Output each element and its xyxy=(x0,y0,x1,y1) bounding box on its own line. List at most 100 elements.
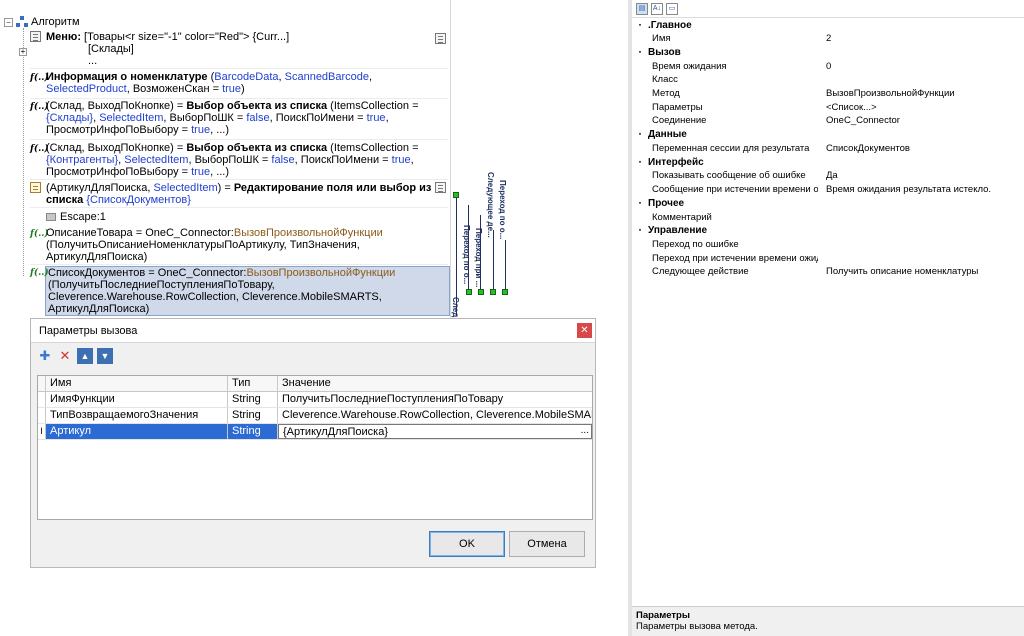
cell-name[interactable]: ТипВозвращаемогоЗначения xyxy=(46,408,228,423)
column-header-name[interactable]: Имя xyxy=(46,376,228,391)
cell-type[interactable]: String xyxy=(228,408,278,423)
property-value[interactable]: Время ожидания результата истекло. xyxy=(818,184,1024,195)
cell-value-text[interactable]: {АртикулДляПоиска} xyxy=(283,426,388,438)
column-header-value[interactable]: Значение xyxy=(278,376,592,391)
table-row-selected[interactable]: I Артикул String {АртикулДляПоиска} ... xyxy=(38,424,592,440)
close-icon[interactable]: ✕ xyxy=(577,323,592,338)
property-grid[interactable]: ▤ A↓ ▭ ▪ .Главное Имя 2 ▪ Вызов Время ожидания… xyxy=(628,0,1024,636)
step-call-documents[interactable]: СписокДокументов = OneC_Connector:ВызовП… xyxy=(45,266,450,316)
property-value[interactable]: OneC_Connector xyxy=(818,115,1024,126)
property-row[interactable]: Параметры <Список...> xyxy=(632,100,1024,114)
step-edit-field[interactable]: (АртикулДляПоиска, SelectedItem) = Редак… xyxy=(30,182,448,208)
add-icon[interactable]: ✚ xyxy=(37,348,53,364)
category-header[interactable]: ▪ Данные xyxy=(632,128,1024,142)
property-row[interactable]: Показывать сообщение об ошибке Да xyxy=(632,169,1024,183)
step-menu[interactable]: Меню: [Товары<r size="-1" color="Red"> {… xyxy=(30,31,448,69)
connector-handle[interactable] xyxy=(453,192,459,198)
collapse-toggle-icon[interactable]: ▪ xyxy=(632,200,648,207)
cell-type[interactable]: String xyxy=(228,424,278,439)
property-row[interactable]: Время ожидания 0 xyxy=(632,60,1024,74)
property-list: ▪ .Главное Имя 2 ▪ Вызов Время ожидания 0 Класс М… xyxy=(632,18,1024,279)
connector-label: Следующее де... xyxy=(486,172,495,238)
cell-type[interactable]: String xyxy=(228,392,278,407)
row-marker xyxy=(38,392,46,407)
list-icon[interactable] xyxy=(435,182,446,193)
escape-branch[interactable]: Escape:1 xyxy=(46,210,106,224)
property-pages-icon[interactable]: ▭ xyxy=(666,2,678,15)
list-icon[interactable] xyxy=(435,33,446,44)
property-name: Метод xyxy=(652,88,680,100)
category-header[interactable]: ▪ Интерфейс xyxy=(632,155,1024,169)
sep: , xyxy=(369,71,373,83)
move-up-icon[interactable]: ▲ xyxy=(77,348,93,364)
step-select-counterparty[interactable]: f(..) (Склад, ВыходПоКнопке) = Выбор объ… xyxy=(30,142,448,180)
expand-toggle-icon[interactable]: + xyxy=(19,48,27,56)
cell-value[interactable]: ПолучитьПоследниеПоступленияПоТовару xyxy=(278,392,592,407)
property-row[interactable]: Имя 2 xyxy=(632,32,1024,46)
property-value[interactable]: СписокДокументов xyxy=(818,143,1024,154)
property-row[interactable]: Переход при истечении времени ожидания xyxy=(632,252,1024,266)
property-value[interactable]: 2 xyxy=(818,33,1024,44)
parameters-grid[interactable]: Имя Тип Значение ИмяФункции String Получ… xyxy=(37,375,593,520)
property-row[interactable]: Метод ВызовПроизвольнойФункции xyxy=(632,87,1024,101)
category-header[interactable]: ▪ Прочее xyxy=(632,196,1024,210)
collapse-toggle-icon[interactable]: − xyxy=(4,17,13,27)
ellipsis-button[interactable]: ... xyxy=(581,425,589,437)
cell-value-editor[interactable]: {АртикулДляПоиска} ... xyxy=(278,424,592,439)
tree-root-label: Алгоритм xyxy=(31,16,80,28)
property-name: Комментарий xyxy=(652,211,712,223)
sort-alpha-icon[interactable]: A↓ xyxy=(651,2,663,15)
connector-handle[interactable] xyxy=(490,289,496,295)
property-value[interactable]: 0 xyxy=(818,61,1024,72)
property-name: Показывать сообщение об ошибке xyxy=(652,170,806,182)
menu-icon xyxy=(30,31,41,42)
category-header[interactable]: ▪ Управление xyxy=(632,224,1024,238)
tree-root[interactable]: − Алгоритм xyxy=(4,14,80,30)
category-header[interactable]: ▪ Вызов xyxy=(632,46,1024,60)
dialog-titlebar[interactable]: Параметры вызова ✕ xyxy=(31,319,595,343)
connector-handle[interactable] xyxy=(502,289,508,295)
call-function: ВызовПроизвольнойФункции xyxy=(246,267,396,279)
property-value[interactable]: <Список...> xyxy=(818,102,1024,113)
collapse-toggle-icon[interactable]: ▪ xyxy=(632,131,648,138)
collapse-toggle-icon[interactable]: ▪ xyxy=(632,49,648,56)
collapse-toggle-icon[interactable]: ▪ xyxy=(632,22,648,29)
call-parameters-dialog[interactable]: Параметры вызова ✕ ✚ ✕ ▲ ▼ Имя Тип Значе… xyxy=(30,318,596,568)
property-value[interactable]: ВызовПроизвольнойФункции xyxy=(818,88,1024,99)
cell-name[interactable]: Артикул xyxy=(46,424,228,439)
delete-icon[interactable]: ✕ xyxy=(57,348,73,364)
property-row[interactable]: Класс xyxy=(632,73,1024,87)
ok-button[interactable]: OK xyxy=(429,531,505,557)
arg-selected-product: SelectedProduct xyxy=(46,83,127,95)
connector-label: Переход при ... xyxy=(474,228,483,288)
collapse-toggle-icon[interactable]: ▪ xyxy=(632,159,648,166)
property-value[interactable]: Да xyxy=(818,170,1024,181)
step-product-info[interactable]: f(..) Информация о номенклатуре (Barcode… xyxy=(30,71,448,99)
property-row[interactable]: Сообщение при истечении времени ожидаВре… xyxy=(632,183,1024,197)
table-row[interactable]: ТипВозвращаемогоЗначения String Cleveren… xyxy=(38,408,592,424)
step-prefix: (Склад, ВыходПоКнопке) = xyxy=(46,100,187,112)
step-select-warehouse[interactable]: f(..) (Склад, ВыходПоКнопке) = Выбор объ… xyxy=(30,100,448,140)
cancel-button[interactable]: Отмена xyxy=(509,531,585,557)
call-target: ОписаниеТовара = OneC_Connector: xyxy=(46,227,234,239)
cell-name[interactable]: ИмяФункции xyxy=(46,392,228,407)
property-row[interactable]: Переменная сессии для результата СписокДо… xyxy=(632,142,1024,156)
collapse-toggle-icon[interactable]: ▪ xyxy=(632,227,648,234)
property-row[interactable]: Переход по ошибке xyxy=(632,238,1024,252)
property-row[interactable]: Соединение OneC_Connector xyxy=(632,114,1024,128)
move-down-icon[interactable]: ▼ xyxy=(97,348,113,364)
cell-value[interactable]: Cleverence.Warehouse.RowCollection, Clev… xyxy=(278,408,592,423)
step-name: Выбор объекта из списка xyxy=(186,142,328,154)
categorized-icon[interactable]: ▤ xyxy=(636,2,648,15)
category-header[interactable]: ▪ .Главное xyxy=(632,18,1024,32)
property-name: Переменная сессии для результата xyxy=(652,142,810,154)
property-row[interactable]: Комментарий xyxy=(632,210,1024,224)
table-row[interactable]: ИмяФункции String ПолучитьПоследниеПосту… xyxy=(38,392,592,408)
connector-handle[interactable] xyxy=(466,289,472,295)
property-row[interactable]: Следующее действие Получить описание номе… xyxy=(632,265,1024,279)
step-call-description[interactable]: f(..) ОписаниеТовара = OneC_Connector:Вы… xyxy=(30,227,448,265)
grid-header: Имя Тип Значение xyxy=(38,376,592,392)
property-value[interactable]: Получить описание номенклатуры xyxy=(818,266,1024,277)
column-header-type[interactable]: Тип xyxy=(228,376,278,391)
connector-handle[interactable] xyxy=(478,289,484,295)
